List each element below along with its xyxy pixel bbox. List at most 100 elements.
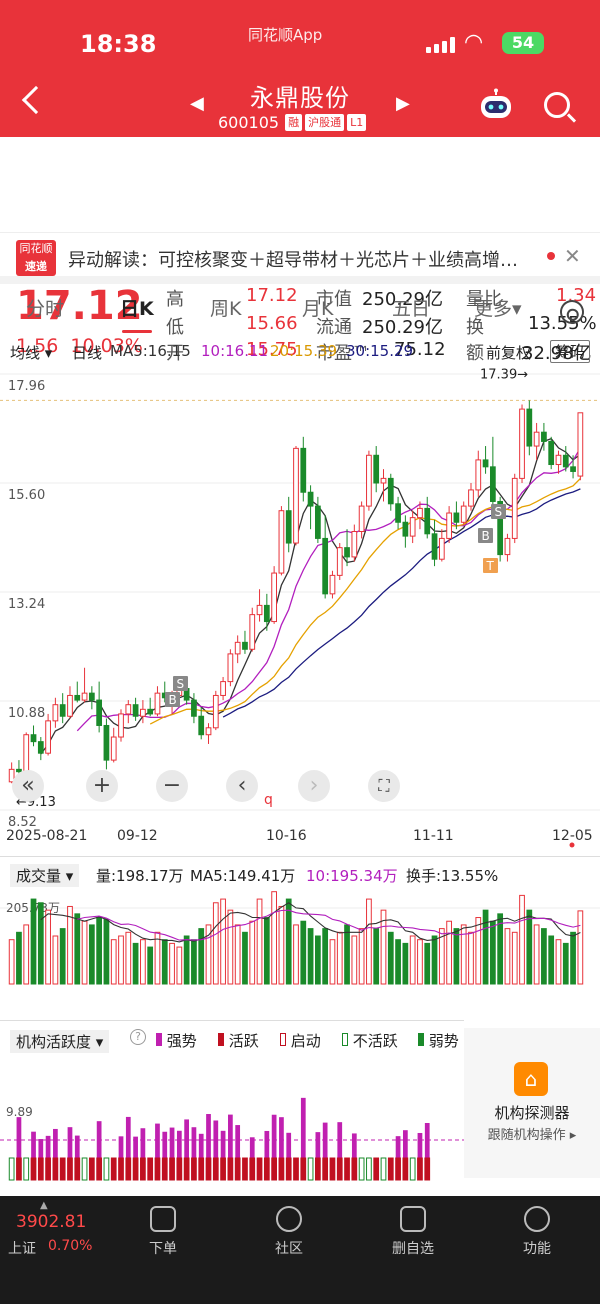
nav-functions[interactable]: 功能	[492, 1206, 582, 1258]
volume-bar	[59, 928, 66, 985]
volume-bar	[74, 913, 81, 985]
tab-five-day[interactable]: 五日	[392, 294, 430, 321]
candle-body	[227, 653, 234, 683]
scroll-left-icon[interactable]: ‹	[226, 770, 258, 802]
candle-body	[562, 454, 569, 468]
news-text[interactable]: 异动解读：可控核聚变＋超导带材＋光芯片＋业绩高增…	[68, 246, 518, 272]
volume-bar	[103, 918, 110, 985]
close-icon[interactable]: ✕	[564, 244, 581, 268]
chips-button[interactable]: 筹码	[550, 340, 591, 363]
candle-body	[511, 477, 518, 539]
candle-body	[329, 574, 336, 595]
inst-base-bar	[409, 1157, 416, 1181]
tab-monthly-k[interactable]: 月K	[302, 294, 333, 321]
volume-bar	[519, 894, 525, 985]
volume-bar	[329, 939, 336, 985]
candle-body	[533, 431, 540, 447]
zoom-in-icon[interactable]: +	[86, 770, 118, 802]
volume-turnover: 换手:13.55%	[406, 867, 499, 885]
index-value[interactable]: 3902.81	[16, 1212, 86, 1232]
x-tick-label: 09-12	[117, 828, 158, 844]
inst-strong-bar	[395, 1136, 401, 1158]
candle-body	[45, 720, 51, 754]
volume-bar	[37, 902, 44, 985]
zoom-out-icon[interactable]: −	[156, 770, 188, 802]
inst-strong-bar	[118, 1136, 124, 1158]
volume-bar	[271, 891, 277, 985]
candle-body	[249, 614, 256, 650]
ma30-value: 30:15.29	[346, 342, 414, 360]
volume-ma10: 10:195.34万	[306, 867, 398, 885]
tab-intraday[interactable]: 分时	[26, 294, 64, 321]
volume-bar	[504, 928, 511, 985]
volume-bar	[366, 898, 372, 985]
inst-base-bar	[67, 1157, 73, 1181]
candle-body	[110, 736, 117, 761]
candle-body	[154, 692, 161, 715]
inst-base-bar	[103, 1157, 110, 1181]
inst-base-bar	[256, 1157, 263, 1181]
volume-bar	[489, 920, 496, 985]
inst-strong-bar	[271, 1114, 277, 1158]
robot-assistant-icon[interactable]	[478, 88, 514, 122]
volume-bar	[212, 902, 219, 985]
inst-strong-bar	[402, 1130, 408, 1158]
tab-weekly-k[interactable]: 周K	[210, 294, 241, 321]
volume-bar	[263, 917, 270, 985]
volume-bar	[242, 931, 248, 985]
collapse-left-icon[interactable]: «	[12, 770, 44, 802]
inst-indicator-select[interactable]: 机构活跃度 ▾	[10, 1030, 110, 1053]
volume-bar	[118, 935, 124, 985]
tab-daily-k[interactable]: 日K	[120, 294, 154, 321]
help-icon[interactable]: ?	[130, 1029, 146, 1045]
inst-base-bar	[344, 1157, 350, 1181]
inst-base-bar	[16, 1157, 22, 1181]
candle-body	[380, 477, 387, 484]
volume-bar	[402, 942, 409, 985]
period-label: 日线	[72, 344, 103, 362]
latest-dot	[569, 842, 575, 848]
volume-bar	[67, 905, 73, 985]
y-tick-label: 15.60	[8, 488, 45, 503]
inst-strong-bar	[206, 1114, 211, 1158]
inst-base-bar	[402, 1157, 409, 1181]
inst-base-bar	[30, 1157, 37, 1181]
indicator-select[interactable]: 均线 ▾	[10, 342, 52, 363]
candle-body	[125, 704, 132, 715]
candle-body	[373, 454, 380, 484]
tab-more[interactable]: 更多▾	[474, 294, 522, 321]
inst-base-bar	[118, 1157, 124, 1181]
candle-body	[453, 512, 460, 523]
nav-community[interactable]: 社区	[244, 1206, 334, 1258]
index-pct: 0.70%	[48, 1238, 93, 1254]
inst-strong-bar	[45, 1135, 51, 1158]
inst-base-bar	[23, 1157, 30, 1181]
fullscreen-icon[interactable]: ⛶	[368, 770, 400, 802]
inst-activity-chart[interactable]: 9.89	[0, 1054, 464, 1184]
candle-body	[577, 412, 584, 477]
volume-chart[interactable]: 205.73万	[0, 888, 600, 1016]
volume-readout: 量:198.17万	[96, 867, 184, 885]
inst-strong-bar	[228, 1114, 233, 1158]
search-icon[interactable]	[544, 92, 570, 118]
volume-bar	[526, 909, 533, 985]
inst-base-bar	[424, 1157, 431, 1181]
inst-base-bar	[81, 1157, 88, 1181]
inst-detector-card[interactable]: ⌂ 机构探测器 跟随机构操作 ▸	[464, 1028, 600, 1178]
inst-base-bar	[183, 1157, 190, 1181]
volume-bar	[446, 920, 452, 985]
inst-base-bar	[45, 1157, 51, 1181]
nav-trade[interactable]: 下单	[118, 1206, 208, 1258]
candle-body	[132, 704, 139, 717]
x-tick-label: 10-16	[266, 828, 307, 844]
nav-remove-watchlist[interactable]: 删自选	[368, 1206, 458, 1258]
volume-bar	[307, 928, 314, 985]
volume-bar	[110, 939, 117, 985]
adjust-select[interactable]: 前复权	[486, 342, 531, 363]
scroll-right-icon[interactable]: ›	[298, 770, 330, 802]
inst-base-bar	[322, 1157, 329, 1181]
inst-base-bar	[147, 1157, 154, 1181]
candle-body	[482, 459, 489, 468]
volume-indicator-select[interactable]: 成交量 ▾	[10, 864, 80, 887]
inst-strong-bar	[264, 1130, 270, 1158]
